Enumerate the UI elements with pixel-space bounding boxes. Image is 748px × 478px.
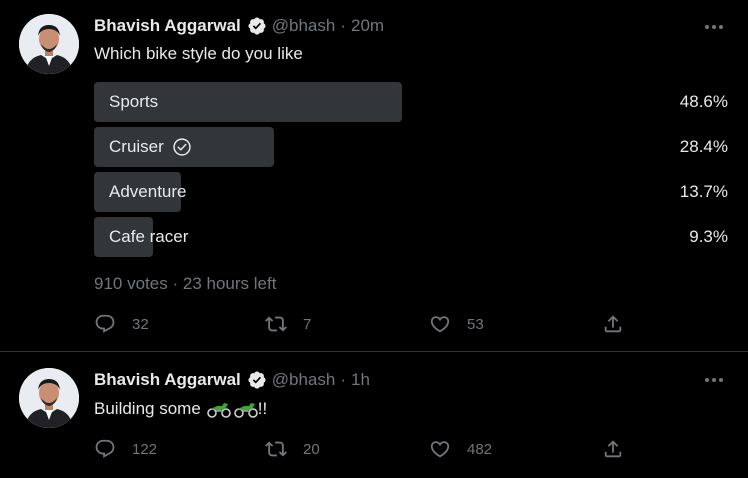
tweet-header: Bhavish Aggarwal @bhash · 20m [94, 15, 384, 37]
heart-icon [430, 316, 450, 333]
poll-option-percent: 48.6% [679, 92, 728, 111]
poll-option-label: Cruiser [109, 127, 192, 167]
separator: · [340, 16, 346, 35]
poll-option-label: Adventure [109, 172, 187, 212]
avatar-photo [19, 14, 79, 74]
poll-option-text: Adventure [109, 182, 187, 201]
poll-time-left: 23 hours left [182, 274, 277, 293]
poll-option-cruiser[interactable]: Cruiser 28.4% [94, 127, 728, 167]
author-name[interactable]: Bhavish Aggarwal [94, 16, 241, 36]
tweet-text-body: Building some [94, 399, 201, 418]
retweet-button[interactable]: 20 [265, 437, 320, 461]
like-count: 482 [467, 440, 493, 458]
author-handle[interactable]: @bhash [272, 370, 336, 390]
tweet-actions: 122 20 482 [94, 437, 634, 461]
poll-option-percent: 13.7% [679, 182, 728, 201]
reply-count: 32 [132, 315, 149, 333]
avatar[interactable] [19, 14, 79, 74]
retweet-count: 20 [303, 440, 320, 458]
tweet-poll[interactable]: Bhavish Aggarwal @bhash · 20m Which bike… [0, 0, 748, 352]
retweet-button[interactable]: 7 [265, 312, 311, 336]
share-icon [604, 315, 622, 333]
timestamp[interactable]: 20m [351, 16, 384, 36]
verified-badge-icon [248, 17, 266, 35]
poll-option-text: Cruiser [109, 137, 164, 156]
like-button[interactable]: 482 [429, 437, 492, 461]
more-dots-icon[interactable] [700, 370, 728, 390]
emoji-group [206, 400, 258, 418]
more-dots-icon[interactable] [700, 17, 728, 37]
separator: · [340, 370, 346, 389]
poll-option-adventure[interactable]: Adventure 13.7% [94, 172, 728, 212]
motorcycle-emoji-icon [233, 403, 258, 418]
motorcycle-emoji-icon [206, 403, 231, 418]
poll-option-text: Sports [109, 92, 159, 111]
reply-count: 122 [132, 440, 158, 458]
retweet-icon [265, 316, 287, 332]
reply-icon [95, 439, 115, 458]
retweet-icon [265, 441, 287, 457]
avatar-photo [19, 368, 79, 428]
tweet-text: Building some !! [94, 399, 267, 419]
poll-option-percent: 9.3% [689, 227, 728, 246]
poll-option-cafe-racer[interactable]: Cafe racer 9.3% [94, 217, 728, 257]
share-button[interactable] [602, 312, 624, 336]
check-circle-icon [173, 138, 191, 156]
retweet-count: 7 [303, 315, 312, 333]
timestamp[interactable]: 1h [351, 370, 370, 390]
share-button[interactable] [602, 437, 624, 461]
tweet[interactable]: Bhavish Aggarwal @bhash · 1h Building so… [0, 353, 748, 478]
verified-badge-icon [248, 371, 266, 389]
tweet-text-suffix: !! [257, 399, 268, 418]
tweet-actions: 32 7 53 [94, 312, 634, 336]
like-button[interactable]: 53 [429, 312, 484, 336]
poll-option-percent: 28.4% [679, 137, 728, 156]
reply-button[interactable]: 122 [94, 437, 157, 461]
share-icon [604, 440, 622, 458]
poll-option-label: Sports [109, 82, 158, 122]
poll-votes: 910 votes [94, 274, 168, 293]
separator: · [172, 274, 179, 293]
poll-meta: 910 votes · 23 hours left [94, 274, 276, 294]
poll: Sports 48.6% Cruiser 28.4% Adventure 13.… [94, 82, 728, 262]
poll-option-label: Cafe racer [109, 217, 188, 257]
like-count: 53 [467, 315, 484, 333]
reply-icon [95, 314, 115, 333]
reply-button[interactable]: 32 [94, 312, 149, 336]
avatar[interactable] [19, 368, 79, 428]
tweet-text: Which bike style do you like [94, 44, 303, 63]
heart-icon [430, 441, 450, 458]
poll-option-text: Cafe racer [109, 227, 189, 246]
tweet-header: Bhavish Aggarwal @bhash · 1h [94, 369, 370, 391]
poll-option-sports[interactable]: Sports 48.6% [94, 82, 728, 122]
author-handle[interactable]: @bhash [272, 16, 336, 36]
author-name[interactable]: Bhavish Aggarwal [94, 370, 241, 390]
